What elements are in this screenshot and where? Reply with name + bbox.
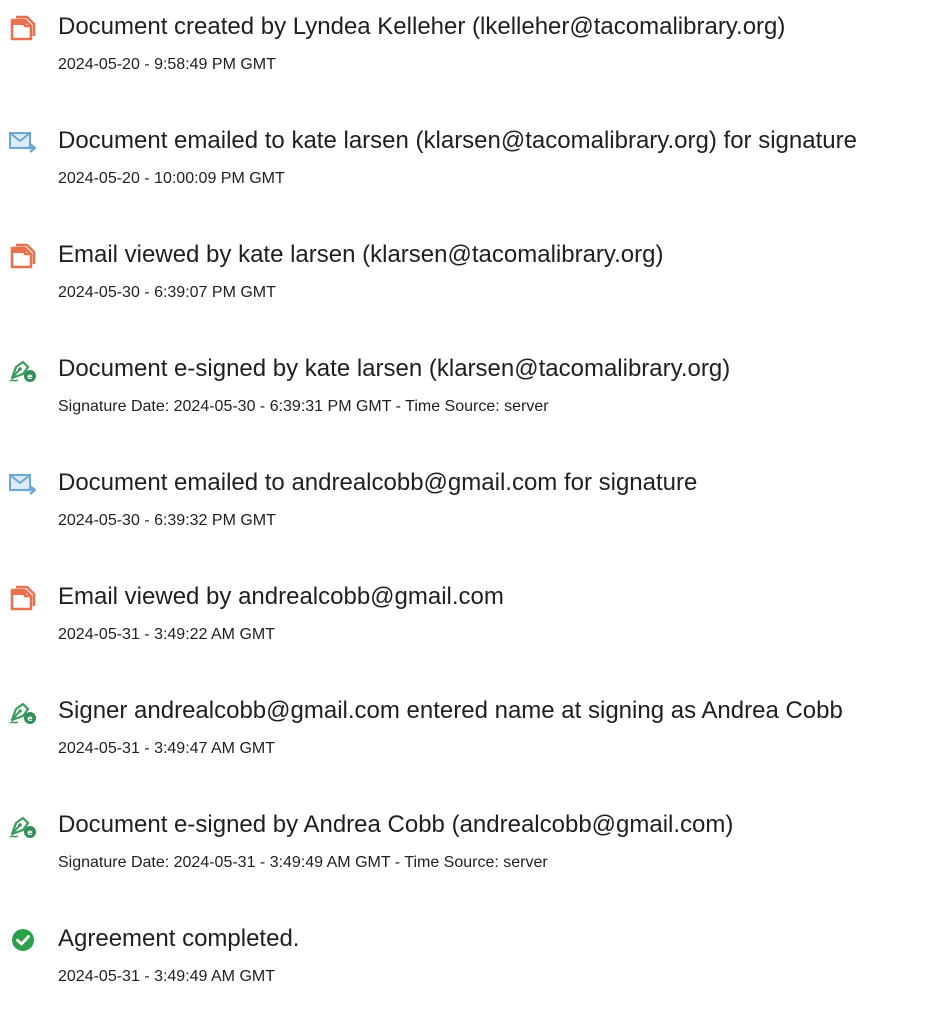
event-timestamp: 2024-05-31 - 3:49:49 AM GMT <box>58 968 275 985</box>
timeline-event: Document created by Lyndea Kelleher (lke… <box>0 12 948 102</box>
document-viewed-icon <box>8 242 38 270</box>
event-timestamp: 2024-05-20 - 10:00:09 PM GMT <box>58 170 285 187</box>
event-timestamp: 2024-05-31 - 3:49:47 AM GMT <box>58 740 275 757</box>
svg-text:e: e <box>27 828 33 837</box>
esign-pen-icon: e <box>8 356 38 384</box>
check-circle-icon <box>8 926 38 954</box>
document-viewed-icon <box>8 584 38 612</box>
event-title: Document e-signed by Andrea Cobb (andrea… <box>58 811 734 838</box>
event-title: Document created by Lyndea Kelleher (lke… <box>58 13 786 40</box>
timeline-event: Email viewed by kate larsen (klarsen@tac… <box>0 240 948 330</box>
event-timestamp: Signature Date: 2024-05-31 - 3:49:49 AM … <box>58 854 548 871</box>
timeline-event: e Document e-signed by kate larsen (klar… <box>0 354 948 444</box>
event-title: Document e-signed by kate larsen (klarse… <box>58 355 731 382</box>
event-title: Email viewed by andrealcobb@gmail.com <box>58 583 504 610</box>
esign-pen-icon: e <box>8 698 38 726</box>
event-timestamp: 2024-05-20 - 9:58:49 PM GMT <box>58 56 276 73</box>
event-title: Email viewed by kate larsen (klarsen@tac… <box>58 241 664 268</box>
event-timestamp: 2024-05-30 - 6:39:07 PM GMT <box>58 284 276 301</box>
esign-pen-icon: e <box>8 812 38 840</box>
email-sent-icon <box>8 470 38 498</box>
email-sent-icon <box>8 128 38 156</box>
event-title: Agreement completed. <box>58 925 300 952</box>
timeline-event: e Signer andrealcobb@gmail.com entered n… <box>0 696 948 786</box>
timeline-event: Document emailed to andrealcobb@gmail.co… <box>0 468 948 558</box>
event-timestamp: Signature Date: 2024-05-30 - 6:39:31 PM … <box>58 398 549 415</box>
timeline-event: e Document e-signed by Andrea Cobb (andr… <box>0 810 948 900</box>
timeline-event: Document emailed to kate larsen (klarsen… <box>0 126 948 216</box>
timeline-event: Email viewed by andrealcobb@gmail.com 20… <box>0 582 948 672</box>
svg-text:e: e <box>27 372 33 381</box>
event-timestamp: 2024-05-31 - 3:49:22 AM GMT <box>58 626 275 643</box>
event-title: Document emailed to andrealcobb@gmail.co… <box>58 469 698 496</box>
event-timestamp: 2024-05-30 - 6:39:32 PM GMT <box>58 512 276 529</box>
document-created-icon <box>8 14 38 42</box>
event-title: Document emailed to kate larsen (klarsen… <box>58 127 857 154</box>
timeline-event: Agreement completed. 2024-05-31 - 3:49:4… <box>0 924 948 1014</box>
svg-text:e: e <box>27 714 33 723</box>
event-title: Signer andrealcobb@gmail.com entered nam… <box>58 697 843 724</box>
